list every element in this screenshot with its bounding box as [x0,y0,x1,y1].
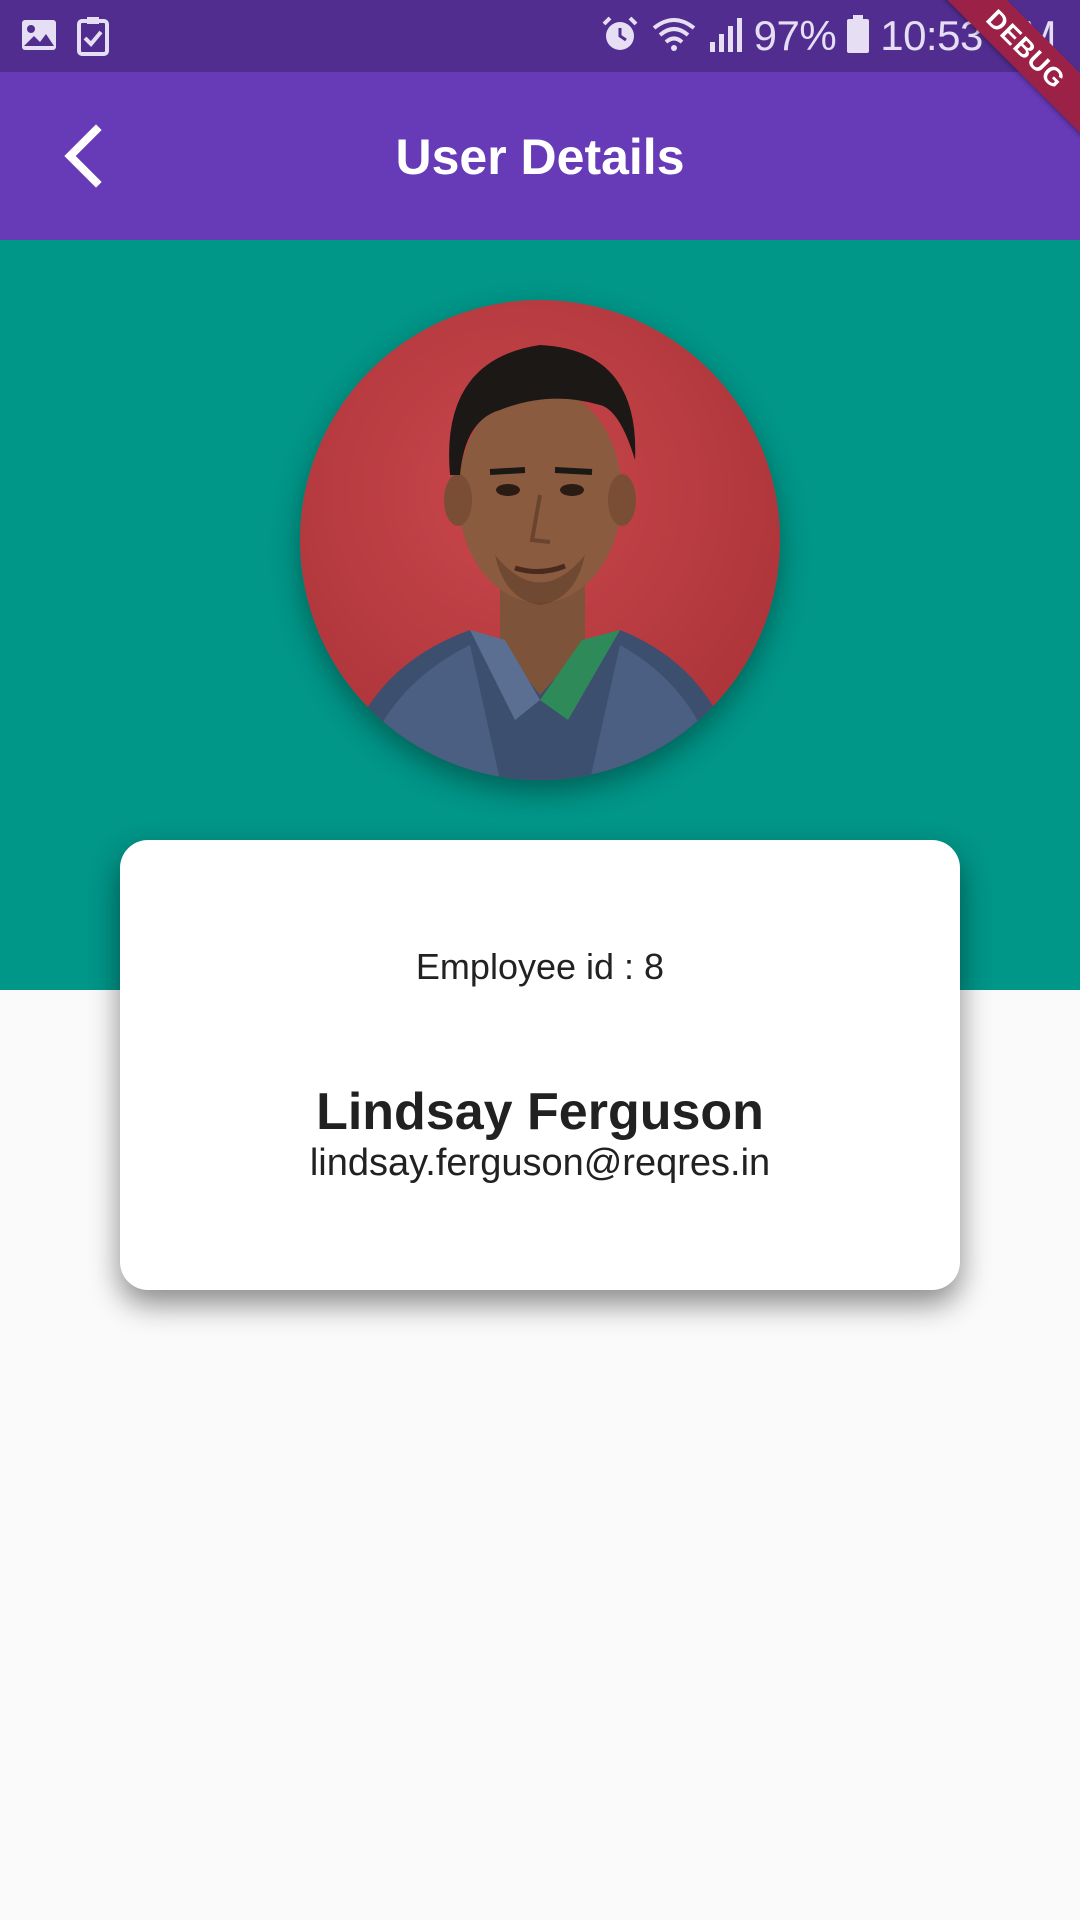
profile-photo [300,300,780,780]
status-bar: 97% 10:53 PM [0,0,1080,72]
gallery-icon [20,16,58,59]
alarm-icon [600,14,640,59]
battery-percent: 97% [753,12,837,59]
user-name: Lindsay Ferguson [316,1083,764,1141]
page-title: User Details [395,129,685,185]
avatar [300,300,780,780]
user-email: lindsay.ferguson@reqres.in [309,1142,771,1184]
signal-icon [708,14,744,59]
employee-id: Employee id : 8 [415,946,665,987]
wifi-icon [650,14,698,59]
app-bar: User Details [0,72,1080,240]
battery-icon [846,14,870,59]
user-info-card: Employee id : 8 Lindsay Ferguson lindsay… [120,840,960,1290]
task-icon [76,16,110,61]
